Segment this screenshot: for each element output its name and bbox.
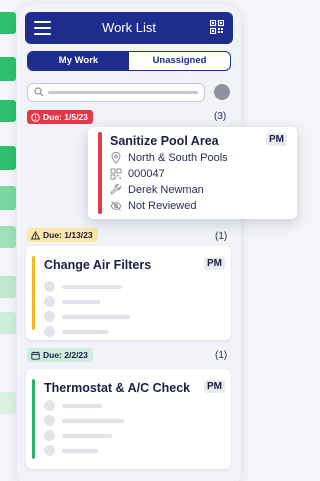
due-date-label: Due: 2/2/23: [43, 350, 88, 360]
warning-triangle-icon: [31, 230, 40, 239]
work-order-title: Change Air Filters: [44, 258, 152, 272]
group-count: (3): [214, 111, 227, 122]
background-strip: [0, 312, 16, 334]
pm-tag: PM: [204, 380, 225, 393]
background-strip: [0, 276, 16, 298]
placeholder-row: [44, 400, 102, 411]
location-text: North & South Pools: [128, 152, 228, 164]
work-order-title: Sanitize Pool Area: [110, 134, 219, 148]
due-badge-overdue: Due: 1/5/23: [27, 110, 93, 124]
placeholder-row: [44, 430, 112, 441]
tab-my-work[interactable]: My Work: [28, 52, 129, 70]
calendar-icon: [31, 351, 40, 360]
work-order-card[interactable]: Thermostat & A/C Check PM: [26, 369, 231, 469]
pm-tag: PM: [204, 257, 225, 270]
placeholder-row: [44, 311, 130, 322]
search-input[interactable]: [27, 83, 205, 102]
asset-id-text: 000047: [128, 168, 165, 180]
review-status-text: Not Reviewed: [128, 200, 197, 212]
tab-unassigned[interactable]: Unassigned: [129, 52, 230, 70]
work-order-title: Thermostat & A/C Check: [44, 381, 191, 395]
background-strip: [0, 226, 16, 248]
filter-button[interactable]: [214, 84, 230, 100]
assignee-row: Derek Newman: [110, 184, 204, 196]
page-title: Work List: [102, 20, 156, 35]
background-strip: [0, 146, 16, 170]
due-date-label: Due: 1/13/23: [43, 230, 93, 240]
status-bar: [98, 132, 102, 214]
placeholder-row: [44, 296, 100, 307]
work-filter-tabs: My Work Unassigned: [27, 51, 231, 71]
assignee-text: Derek Newman: [128, 184, 204, 196]
location-row: North & South Pools: [110, 152, 228, 164]
eye-off-icon: [110, 201, 122, 211]
review-status-row: Not Reviewed: [110, 200, 196, 212]
group-count: (1): [215, 350, 228, 361]
pm-tag: PM: [266, 133, 287, 146]
work-order-detail-popup[interactable]: Sanitize Pool Area PM North & South Pool…: [88, 127, 297, 219]
background-strip: [0, 100, 16, 122]
due-badge-soon: Due: 1/13/23: [27, 228, 98, 242]
search-placeholder-line: [48, 91, 198, 94]
due-badge-upcoming: Due: 2/2/23: [27, 348, 93, 362]
background-strip: [0, 186, 16, 210]
background-strip: [0, 392, 16, 414]
placeholder-row: [44, 281, 122, 292]
placeholder-row: [44, 326, 108, 337]
work-order-card[interactable]: Change Air Filters PM: [26, 246, 231, 340]
search-icon: [34, 87, 44, 97]
qr-code-icon[interactable]: [210, 20, 224, 34]
status-bar: [32, 379, 35, 459]
wrench-icon: [110, 184, 122, 195]
placeholder-row: [44, 415, 124, 426]
alert-circle-icon: [31, 112, 40, 122]
background-strip: [0, 57, 16, 81]
placeholder-row: [44, 445, 98, 456]
group-count: (1): [215, 231, 228, 242]
location-pin-icon: [111, 152, 121, 164]
asset-id-row: 000047: [110, 168, 165, 180]
top-app-bar: Work List: [25, 12, 233, 44]
background-strip: [0, 12, 16, 34]
phone-screen: Work List My Work Unassigned Due: 1/5/23…: [17, 4, 241, 481]
due-date-label: Due: 1/5/23: [43, 112, 88, 122]
status-bar: [32, 256, 35, 330]
qr-code-icon: [110, 168, 122, 180]
